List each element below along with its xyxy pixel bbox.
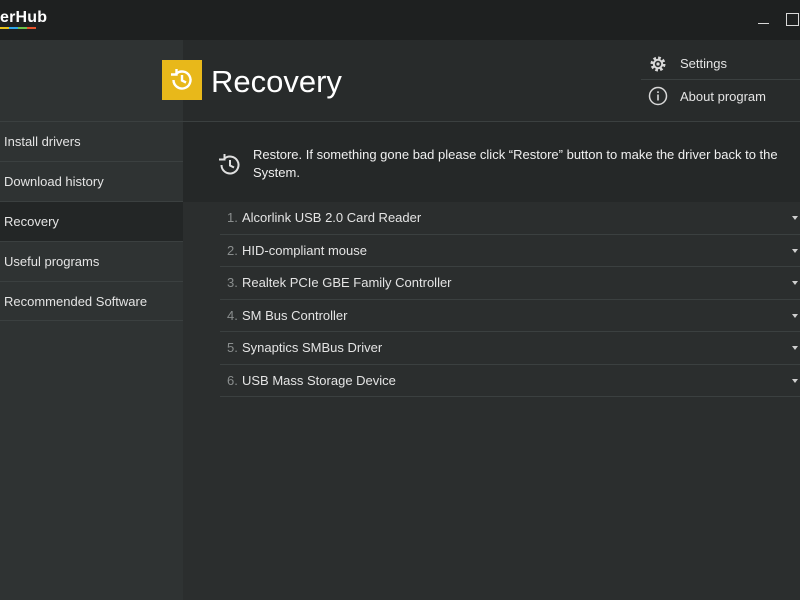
sidebar-item-label: Recommended Software xyxy=(4,293,148,309)
sidebar-nav: Install drivers Download history Recover… xyxy=(0,121,183,321)
device-name: Alcorlink USB 2.0 Card Reader xyxy=(242,210,422,226)
device-name: USB Mass Storage Device xyxy=(242,372,396,388)
list-item[interactable]: 1. Alcorlink USB 2.0 Card Reader xyxy=(220,202,800,235)
device-list: 1. Alcorlink USB 2.0 Card Reader 2. HID-… xyxy=(220,202,800,397)
sidebar-item-download-history[interactable]: Download history xyxy=(0,161,183,201)
chevron-down-icon[interactable] xyxy=(792,248,798,253)
page-header: Recovery Settings About program xyxy=(162,40,800,122)
sidebar-item-recommended-software[interactable]: Recommended Software xyxy=(0,281,183,321)
maximize-icon[interactable] xyxy=(784,10,800,28)
sidebar-item-install-drivers[interactable]: Install drivers xyxy=(0,121,183,161)
settings-link[interactable]: Settings xyxy=(641,48,800,80)
restore-clock-icon xyxy=(215,150,245,180)
chevron-down-icon[interactable] xyxy=(792,346,798,350)
device-index: 2. xyxy=(227,242,238,258)
device-name: Realtek PCIe GBE Family Controller xyxy=(242,275,452,291)
info-bar: Restore. If something gone bad please cl… xyxy=(183,122,800,202)
sidebar-item-label: Useful programs xyxy=(4,254,100,269)
app-logo: erHub xyxy=(0,9,48,26)
minimize-icon[interactable] xyxy=(755,10,773,28)
device-index: 4. xyxy=(227,307,238,323)
sidebar-item-label: Install drivers xyxy=(4,134,81,149)
header-links: Settings About program xyxy=(641,48,800,112)
title-bar: erHub xyxy=(0,0,800,40)
list-item[interactable]: 5. Synaptics SMBus Driver xyxy=(220,332,800,365)
sidebar-item-useful-programs[interactable]: Useful programs xyxy=(0,241,183,281)
app-logo-underline xyxy=(0,27,36,29)
info-icon xyxy=(647,85,669,107)
chevron-down-icon[interactable] xyxy=(792,216,798,220)
settings-label: Settings xyxy=(680,56,727,71)
restore-clock-icon xyxy=(162,60,202,100)
sidebar-item-label: Download history xyxy=(4,174,104,189)
device-index: 3. xyxy=(227,275,238,291)
sidebar-item-recovery[interactable]: Recovery xyxy=(0,201,183,241)
chevron-down-icon[interactable] xyxy=(792,378,798,383)
about-program-link[interactable]: About program xyxy=(641,80,800,112)
device-name: HID-compliant mouse xyxy=(242,242,367,258)
device-name: Synaptics SMBus Driver xyxy=(242,340,383,356)
about-program-label: About program xyxy=(680,88,766,104)
list-item[interactable]: 3. Realtek PCIe GBE Family Controller xyxy=(220,267,800,300)
sidebar-item-label: Recovery xyxy=(4,214,59,229)
list-item[interactable]: 2. HID-compliant mouse xyxy=(220,235,800,267)
list-item[interactable]: 4. SM Bus Controller xyxy=(220,300,800,332)
list-item[interactable]: 6. USB Mass Storage Device xyxy=(220,365,800,397)
device-index: 6. xyxy=(227,372,238,388)
page-title: Recovery xyxy=(211,64,342,99)
device-index: 1. xyxy=(227,210,238,226)
chevron-down-icon[interactable] xyxy=(792,281,798,285)
chevron-down-icon[interactable] xyxy=(792,313,798,318)
sidebar: Install drivers Download history Recover… xyxy=(0,40,183,600)
device-index: 5. xyxy=(227,340,238,356)
info-text: Restore. If something gone bad please cl… xyxy=(253,147,778,180)
gear-icon xyxy=(647,53,669,75)
device-name: SM Bus Controller xyxy=(242,307,348,323)
main-panel: Recovery Settings About program Restore.… xyxy=(162,40,800,600)
